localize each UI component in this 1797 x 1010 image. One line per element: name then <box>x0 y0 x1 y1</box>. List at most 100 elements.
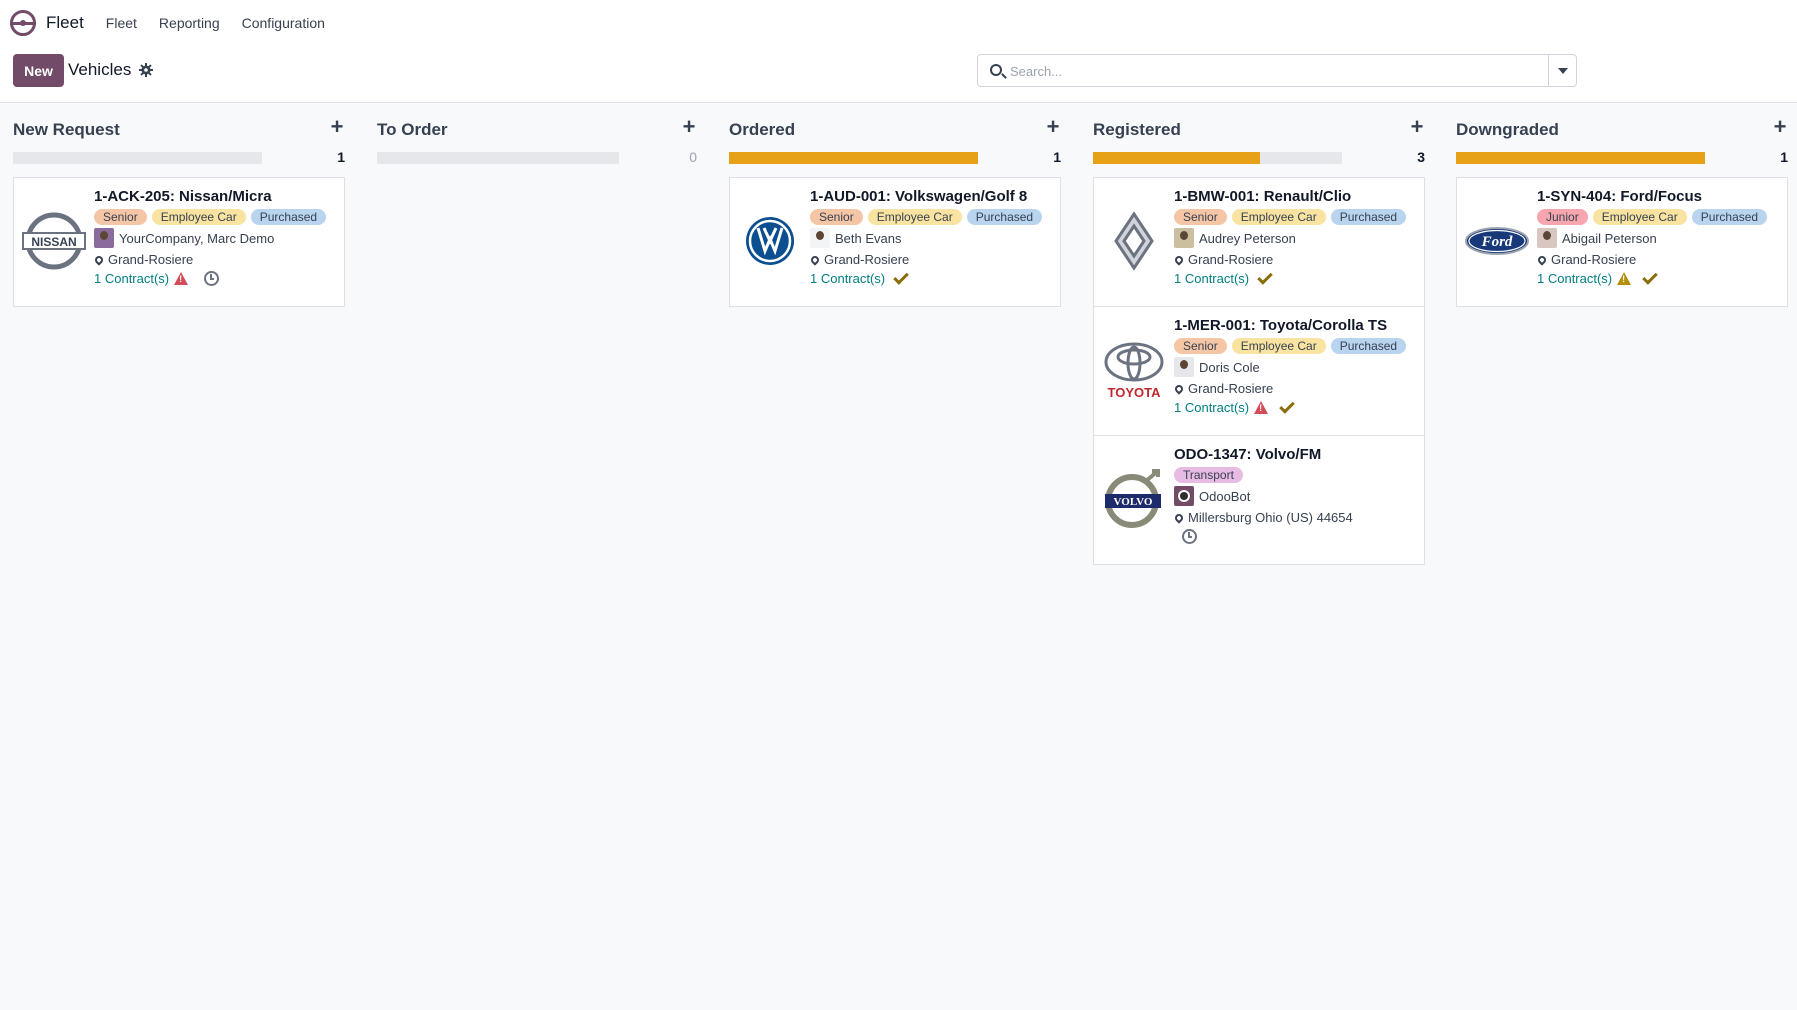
column-header: To Order +0 <box>377 103 697 165</box>
card-footer: 1 Contract(s) <box>1537 268 1781 286</box>
column-title: Downgraded <box>1456 120 1559 139</box>
vehicle-card[interactable]: 1-BMW-001: Renault/Clio Senior Employee Ca… <box>1093 177 1425 307</box>
tag-badge: Purchased <box>250 209 327 225</box>
tag-badge: Employee Car <box>1592 209 1687 225</box>
driver-name: Audrey Peterson <box>1199 230 1296 246</box>
tag-list: Junior Employee Car Purchased <box>1537 209 1781 225</box>
vehicle-title: 1-AUD-001: Volkswagen/Golf 8 <box>810 188 1028 205</box>
vehicle-card[interactable]: NISSAN 1-ACK-205: Nissan/Micra Senior Emplo… <box>13 177 345 307</box>
driver-name: Beth Evans <box>835 230 902 246</box>
location-text: Grand-Rosiere <box>108 252 194 267</box>
toyota-logo: TOYOTA <box>1102 340 1166 400</box>
contracts-link[interactable]: 1 Contract(s) <box>1174 271 1249 286</box>
nissan-logo-text: NISSAN <box>31 235 76 249</box>
contracts-link[interactable]: 1 Contract(s) <box>94 271 169 286</box>
vehicle-card[interactable]: VOLVO ODO-1347: Volvo/FM Transport OdooBot M… <box>1093 435 1425 565</box>
driver-row: YourCompany, Marc Demo <box>94 228 338 248</box>
clock-icon[interactable] <box>204 271 220 286</box>
tag-badge: Senior <box>810 209 863 225</box>
card-footer: 1 Contract(s) <box>810 268 1054 286</box>
plus-icon[interactable]: + <box>1045 116 1061 138</box>
location-row: Grand-Rosiere <box>93 252 338 267</box>
driver-name: Doris Cole <box>1199 359 1260 375</box>
column-progress-bar[interactable] <box>1456 152 1705 164</box>
card-footer: 1 Contract(s) <box>1174 397 1418 415</box>
card-footer: 1 Contract(s) <box>94 271 338 286</box>
map-marker-icon <box>1173 511 1185 524</box>
column-title: Ordered <box>729 120 796 139</box>
tag-badge: Employee Car <box>1231 338 1326 354</box>
search-options-toggle[interactable] <box>1548 55 1576 86</box>
clock-icon[interactable] <box>1182 529 1197 544</box>
column-header: New Request +1 <box>13 103 345 165</box>
location-row: Grand-Rosiere <box>1173 252 1418 267</box>
tag-badge: Senior <box>1174 209 1227 225</box>
menu-reporting[interactable]: Reporting <box>159 15 220 31</box>
location-text: Grand-Rosiere <box>1188 252 1274 267</box>
card-list: Ford 1-SYN-404: Ford/Focus Junior Employee … <box>1456 177 1788 307</box>
card-body: 1-BMW-001: Renault/Clio Senior Employee Ca… <box>1173 188 1418 286</box>
driver-name: YourCompany, Marc Demo <box>119 230 275 246</box>
plus-icon[interactable]: + <box>329 116 345 138</box>
caret-down-icon <box>1557 67 1568 74</box>
column-progress-bar[interactable] <box>377 152 619 164</box>
vehicle-title: 1-BMW-001: Renault/Clio <box>1174 188 1352 205</box>
kanban-column: Ordered +1 1-AUD-001: Volkswagen/Golf 8 Sen… <box>729 103 1061 307</box>
vehicle-card[interactable]: 1-AUD-001: Volkswagen/Golf 8 Senior Employ… <box>729 177 1061 307</box>
map-marker-icon <box>1173 382 1185 395</box>
menu-fleet[interactable]: Fleet <box>106 15 137 31</box>
column-progress-bar[interactable] <box>1093 152 1342 164</box>
map-marker-icon <box>809 253 821 266</box>
card-list: 1-AUD-001: Volkswagen/Golf 8 Senior Employ… <box>729 177 1061 307</box>
column-progress-bar[interactable] <box>13 152 262 164</box>
plus-icon[interactable]: + <box>1409 116 1425 138</box>
vehicle-card[interactable]: TOYOTA 1-MER-001: Toyota/Corolla TS Senior… <box>1093 306 1425 436</box>
card-body: 1-ACK-205: Nissan/Micra Senior Employee Ca… <box>93 188 338 286</box>
toyota-logo-text: TOYOTA <box>1108 385 1162 400</box>
contracts-link[interactable]: 1 Contract(s) <box>1174 400 1249 415</box>
gear-icon[interactable] <box>139 63 154 77</box>
location-text: Grand-Rosiere <box>824 252 910 267</box>
warning-icon <box>1617 272 1632 285</box>
vehicle-title: ODO-1347: Volvo/FM <box>1174 446 1322 463</box>
kanban-column: Downgraded +1 Ford 1-SYN-404: Ford/Focus Jun… <box>1456 103 1788 307</box>
location-row: Grand-Rosiere <box>1536 252 1781 267</box>
vehicle-card[interactable]: Ford 1-SYN-404: Ford/Focus Junior Employee … <box>1456 177 1788 307</box>
new-button[interactable]: New <box>13 54 64 87</box>
column-count: 1 <box>337 149 345 165</box>
plus-icon[interactable]: + <box>1772 116 1788 138</box>
tag-badge: Employee Car <box>151 209 246 225</box>
driver-avatar <box>1174 228 1194 248</box>
location-text: Grand-Rosiere <box>1551 252 1637 267</box>
map-marker-icon <box>1173 253 1185 266</box>
kanban-column: New Request +1 NISSAN 1-ACK-205: Nissan/Mic… <box>13 103 345 307</box>
column-count: 3 <box>1417 149 1425 165</box>
tag-badge: Senior <box>94 209 147 225</box>
card-list: 1-BMW-001: Renault/Clio Senior Employee Ca… <box>1093 177 1425 565</box>
driver-avatar <box>94 228 114 248</box>
card-body: 1-AUD-001: Volkswagen/Golf 8 Senior Employ… <box>809 188 1054 286</box>
contracts-link[interactable]: 1 Contract(s) <box>1537 271 1612 286</box>
location-text: Grand-Rosiere <box>1188 381 1274 396</box>
contracts-link[interactable]: 1 Contract(s) <box>810 271 885 286</box>
volkswagen-logo <box>738 211 802 271</box>
column-count: 1 <box>1780 149 1788 165</box>
plus-icon[interactable]: + <box>681 116 697 138</box>
tag-list: Senior Employee Car Purchased <box>1174 338 1418 354</box>
driver-avatar <box>1537 228 1557 248</box>
tag-badge: Employee Car <box>867 209 962 225</box>
card-body: 1-SYN-404: Ford/Focus Junior Employee Car P… <box>1536 188 1781 286</box>
driver-row: Abigail Peterson <box>1537 228 1781 248</box>
fleet-app-icon[interactable] <box>10 10 36 36</box>
column-header: Registered +3 <box>1093 103 1425 165</box>
ford-logo-text: Ford <box>1481 234 1513 250</box>
check-icon <box>1257 268 1273 285</box>
control-panel: New Vehicles <box>0 46 1797 103</box>
card-list: NISSAN 1-ACK-205: Nissan/Micra Senior Emplo… <box>13 177 345 307</box>
search-input[interactable] <box>1010 61 1510 81</box>
page-title: Vehicles <box>68 60 132 79</box>
app-name[interactable]: Fleet <box>46 13 84 33</box>
menu-configuration[interactable]: Configuration <box>242 15 325 31</box>
driver-avatar <box>1174 357 1194 377</box>
column-progress-bar[interactable] <box>729 152 978 164</box>
